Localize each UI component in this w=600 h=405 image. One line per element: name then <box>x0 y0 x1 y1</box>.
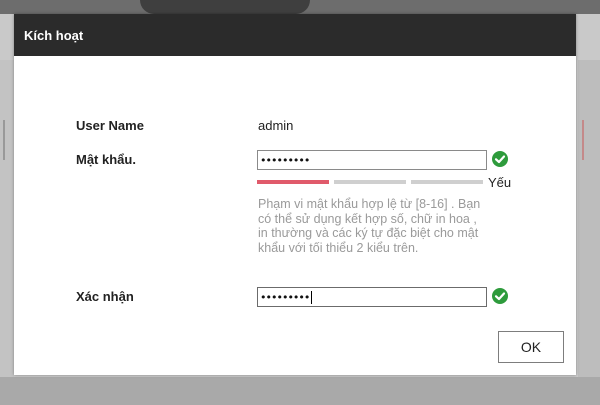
strength-label: Yếu <box>488 175 512 190</box>
dialog-title: Kích hoạt <box>24 27 84 43</box>
strength-bar-segment-1 <box>257 180 329 184</box>
text-caret <box>311 290 313 304</box>
password-hint: Phạm vi mật khẩu hợp lệ từ [8-16] . Bạn … <box>258 197 481 255</box>
check-circle-icon <box>492 151 508 167</box>
activation-dialog: Kích hoạt User Name admin Mật khẩu. ••••… <box>14 14 576 375</box>
strength-bar-segment-2 <box>334 180 406 184</box>
background-image <box>140 0 310 14</box>
password-field-value: ••••••••• <box>260 153 310 167</box>
confirm-label: Xác nhận <box>76 289 134 304</box>
username-label: User Name <box>76 118 144 133</box>
confirm-field-value: ••••••••• <box>260 290 310 304</box>
password-field[interactable]: ••••••••• <box>257 150 487 170</box>
username-value: admin <box>258 118 294 133</box>
password-label: Mật khẩu. <box>76 152 136 167</box>
check-circle-icon <box>492 288 508 304</box>
ok-button[interactable]: OK <box>498 331 564 363</box>
confirm-password-field[interactable]: ••••••••• <box>257 287 487 307</box>
dialog-header: Kích hoạt <box>14 14 576 56</box>
background-right-panel <box>578 60 600 405</box>
background-bottom <box>0 377 600 405</box>
background-left-panel <box>0 60 14 405</box>
strength-bar-segment-3 <box>411 180 483 184</box>
